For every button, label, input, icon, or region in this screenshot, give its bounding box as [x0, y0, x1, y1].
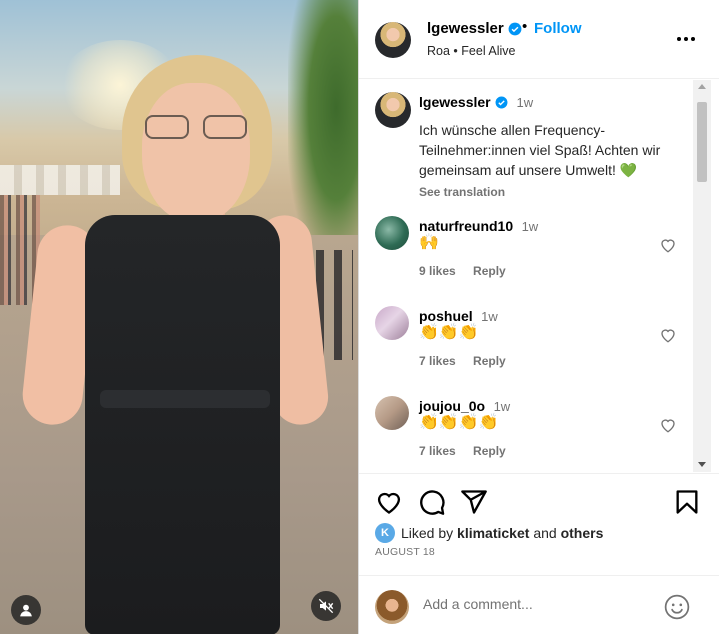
- author-avatar[interactable]: [375, 22, 411, 58]
- comment-item: poshuel 1w 👏👏👏 7 likes Reply: [359, 302, 692, 392]
- comment-time[interactable]: 1w: [522, 219, 539, 234]
- action-bar: [359, 473, 719, 515]
- comment-text: 👏👏👏👏: [419, 412, 499, 431]
- reply-button[interactable]: Reply: [473, 444, 506, 458]
- liker-avatar[interactable]: K: [375, 523, 395, 543]
- post-subtitle: Roa • Feel Alive: [427, 44, 516, 58]
- glasses: [145, 115, 249, 139]
- follow-button[interactable]: Follow: [534, 20, 582, 37]
- comment-item: naturfreund10 1w 🙌 9 likes Reply: [359, 212, 692, 302]
- author-username[interactable]: lgewessler: [427, 20, 504, 37]
- post-details-panel: lgewessler • Follow Roa • Feel Alive lge…: [358, 0, 719, 634]
- caption-item: lgewessler 1w Ich wünsche allen Frequenc…: [359, 90, 692, 200]
- scroll-up-arrow-icon[interactable]: [698, 84, 706, 89]
- liked-by-row: K Liked by klimaticket and others: [375, 523, 603, 543]
- likes-others-link[interactable]: others: [561, 525, 604, 541]
- heart-icon[interactable]: [659, 326, 677, 344]
- reply-button[interactable]: Reply: [473, 354, 506, 368]
- caption-username[interactable]: lgewessler: [419, 94, 491, 110]
- post-date[interactable]: AUGUST 18: [375, 546, 435, 558]
- belt: [100, 390, 270, 408]
- comments-list[interactable]: lgewessler 1w Ich wünsche allen Frequenc…: [359, 80, 692, 472]
- heart-icon[interactable]: [375, 488, 403, 516]
- comments-scrollbar[interactable]: [693, 80, 711, 472]
- heart-icon[interactable]: [659, 416, 677, 434]
- caption-time[interactable]: 1w: [517, 95, 534, 110]
- more-horizontal-icon[interactable]: [676, 36, 696, 42]
- reply-button[interactable]: Reply: [473, 264, 506, 278]
- liked-by-prefix: Liked by: [401, 525, 454, 541]
- see-translation-button[interactable]: See translation: [419, 185, 505, 199]
- comment-meta: 7 likes Reply: [419, 354, 506, 368]
- comment-likes[interactable]: 7 likes: [419, 354, 456, 368]
- caption-avatar[interactable]: [375, 92, 411, 128]
- scroll-thumb[interactable]: [697, 102, 707, 182]
- share-icon[interactable]: [460, 488, 488, 516]
- muted-speaker-icon[interactable]: [311, 591, 341, 621]
- heart-icon[interactable]: [659, 236, 677, 254]
- user-tag-icon[interactable]: [11, 595, 41, 625]
- caption-text: Ich wünsche allen Frequency-Teilnehmer:i…: [419, 122, 661, 178]
- smiley-icon[interactable]: [664, 594, 690, 620]
- subtitle-separator: •: [453, 44, 458, 58]
- face: [142, 83, 250, 223]
- comment-likes[interactable]: 9 likes: [419, 264, 456, 278]
- comment-likes[interactable]: 7 likes: [419, 444, 456, 458]
- author-username-row[interactable]: lgewessler: [427, 20, 522, 37]
- scroll-down-arrow-icon[interactable]: [698, 462, 706, 467]
- comment-time[interactable]: 1w: [481, 309, 498, 324]
- post-header: lgewessler • Follow Roa • Feel Alive: [359, 0, 719, 79]
- caption-header: lgewessler 1w: [419, 94, 533, 112]
- comment-text: 🙌: [419, 232, 439, 251]
- liker-username[interactable]: klimaticket: [457, 525, 529, 541]
- header-separator: •: [522, 18, 528, 35]
- audio-track-link[interactable]: Feel Alive: [461, 44, 515, 58]
- liked-by-joiner: and: [533, 525, 557, 541]
- verified-badge-icon: [508, 22, 522, 36]
- verified-badge-icon: [495, 96, 508, 109]
- bookmark-icon[interactable]: [673, 488, 701, 516]
- person-figure: [19, 55, 331, 634]
- comment-icon[interactable]: [418, 488, 446, 516]
- commenter-avatar[interactable]: [375, 216, 409, 250]
- comment-meta: 9 likes Reply: [419, 264, 506, 278]
- current-user-avatar: [375, 590, 409, 624]
- comment-text: 👏👏👏: [419, 322, 479, 341]
- commenter-avatar[interactable]: [375, 306, 409, 340]
- commenter-avatar[interactable]: [375, 396, 409, 430]
- dress: [85, 215, 280, 634]
- comment-meta: 7 likes Reply: [419, 444, 506, 458]
- add-comment-bar: [359, 575, 719, 634]
- post-video[interactable]: [0, 0, 358, 634]
- audio-artist-link[interactable]: Roa: [427, 44, 450, 58]
- comment-item: joujou_0o 1w 👏👏👏👏 7 likes Reply: [359, 392, 692, 472]
- comment-input[interactable]: [423, 596, 653, 612]
